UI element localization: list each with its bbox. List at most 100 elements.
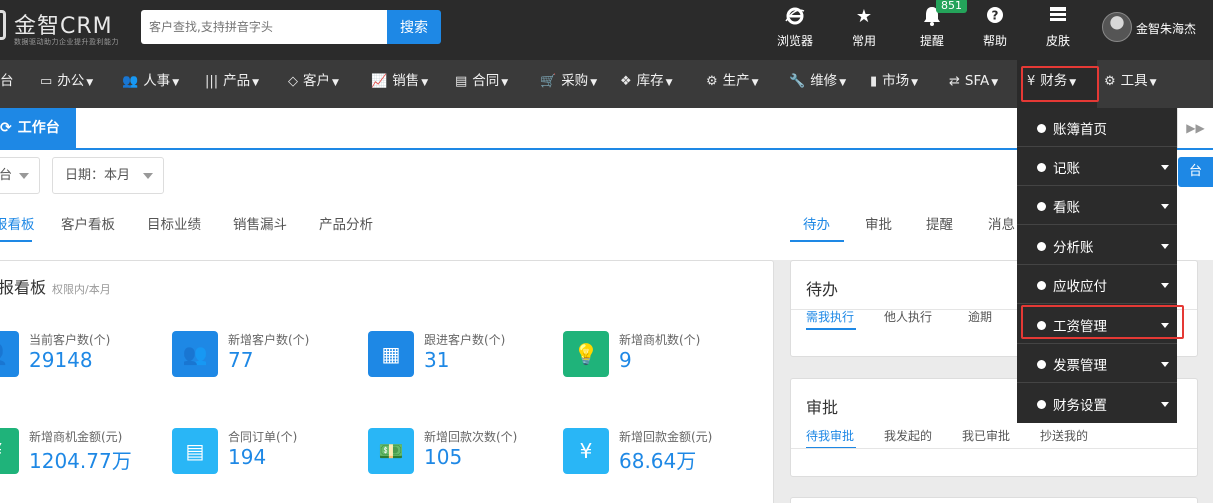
stat-value: 105	[424, 445, 463, 469]
nav-item-sfa[interactable]: ⇄ SFA ▼	[949, 60, 998, 108]
todo-tab-others[interactable]: 他人执行	[884, 308, 932, 325]
menu-item-invoice-management[interactable]: 发票管理	[1017, 344, 1177, 383]
stat-label: 新增商机金额(元)	[29, 430, 123, 444]
laptop-icon: ▭	[40, 74, 53, 89]
help-icon: ?	[965, 6, 1025, 28]
tab-reminder[interactable]: 提醒	[926, 213, 953, 233]
nav-item-purchase[interactable]: 🛒 采购 ▼	[540, 60, 597, 108]
users-icon: 👥	[172, 331, 218, 377]
help-label: 帮助	[982, 34, 1007, 48]
user-menu[interactable]: 金智朱海杰	[1102, 12, 1213, 44]
tab-message[interactable]: 消息	[988, 213, 1015, 233]
cart-icon: 🛒	[540, 74, 557, 89]
todo-tab-overdue[interactable]: 逾期	[968, 308, 992, 325]
todo-title: 待办	[806, 280, 839, 299]
nav-item-repair[interactable]: 🔧 维修 ▼	[789, 60, 846, 108]
todo-tab-mine[interactable]: 需我执行	[806, 308, 854, 325]
approval-tab-approved[interactable]: 我已审批	[962, 427, 1010, 444]
approval-tab-initiated[interactable]: 我发起的	[884, 427, 932, 444]
stat-label: 合同订单(个)	[228, 430, 298, 444]
stat-value: 194	[228, 445, 267, 469]
menu-item-finance-settings[interactable]: 财务设置	[1017, 384, 1177, 423]
tab-approval[interactable]: 审批	[865, 213, 892, 233]
skin-button[interactable]: 皮肤	[1028, 6, 1088, 52]
star-icon: ★	[855, 6, 873, 27]
nav-item-production[interactable]: ⚙ 生产 ▼	[706, 60, 759, 108]
browser-label: 浏览器	[776, 34, 813, 48]
stat-new-opportunities[interactable]: 💡 新增商机数(个) 9	[563, 331, 753, 379]
menu-item-ledger-home[interactable]: 账簿首页	[1017, 108, 1177, 147]
logo[interactable]: 金智CRM 数据驱动助力企业提升盈利能力	[0, 6, 125, 50]
caret-down-icon: ▼	[751, 78, 759, 88]
approval-tab-cc[interactable]: 抄送我的	[1040, 427, 1088, 444]
nav-item-inventory[interactable]: ❖ 库存 ▼	[620, 60, 673, 108]
skin-icon	[1028, 6, 1088, 28]
user-icon: 👤	[0, 331, 19, 377]
bullet-icon	[1037, 400, 1046, 409]
nav-label: 人事	[143, 73, 171, 89]
date-label: 日期：本月	[65, 168, 131, 183]
nav-item-product[interactable]: ||| 产品 ▼	[205, 60, 259, 108]
subtab-customer-board[interactable]: 客户看板	[61, 213, 115, 233]
stat-contract-orders[interactable]: ▤ 合同订单(个) 194	[172, 428, 362, 476]
menu-item-analysis-accounts[interactable]: 分析账	[1017, 226, 1177, 265]
retweet-icon: ⇄	[949, 74, 960, 89]
board-subtitle: 权限内/本月	[52, 283, 111, 296]
tab-scroll-right-icon[interactable]: ▶▶	[1177, 108, 1213, 148]
nav-item-market[interactable]: ▮ 市场 ▼	[870, 60, 918, 108]
bullet-icon	[1037, 124, 1046, 133]
stat-label: 新增商机数(个)	[619, 333, 701, 347]
browser-button[interactable]: 浏览器	[765, 6, 825, 52]
reminder-button[interactable]: 851 提醒	[902, 0, 967, 52]
nav-item-workbench[interactable]: 台	[0, 60, 14, 108]
stat-payment-amount[interactable]: ¥ 新增回款金额(元) 68.64万	[563, 428, 753, 476]
caret-down-icon: ▼	[86, 78, 94, 88]
bullet-icon	[1037, 163, 1046, 172]
nav-item-customer[interactable]: ◇ 客户 ▼	[288, 60, 339, 108]
subtab-product-analysis[interactable]: 产品分析	[319, 213, 373, 233]
subtab-sales-funnel[interactable]: 销售漏斗	[233, 213, 287, 233]
date-select[interactable]: 日期：本月	[52, 157, 164, 194]
subtab-target-performance[interactable]: 目标业绩	[147, 213, 201, 233]
scope-select[interactable]: 台	[0, 157, 40, 194]
search-button[interactable]: 搜索	[387, 10, 441, 44]
approval-tab-pending[interactable]: 待我审批	[806, 427, 854, 444]
user-name: 金智朱海杰	[1136, 22, 1197, 36]
nav-item-tools[interactable]: ⚙ 工具 ▼	[1104, 60, 1157, 108]
yen-icon: ¥	[0, 428, 19, 474]
stat-value: 1204.77万	[29, 449, 132, 473]
menu-item-label: 记账	[1053, 161, 1080, 177]
subtab-report-board[interactable]: 报看板	[0, 213, 35, 233]
menu-item-bookkeeping[interactable]: 记账	[1017, 147, 1177, 186]
reminder-badge: 851	[936, 0, 967, 13]
favorites-button[interactable]: ★ 常用	[834, 6, 894, 52]
workbench-action-button[interactable]: 台	[1178, 157, 1213, 187]
menu-item-label: 账簿首页	[1053, 122, 1107, 138]
caret-down-icon: ▼	[172, 78, 180, 88]
cogs-icon: ⚙	[706, 74, 718, 89]
bullet-icon	[1037, 242, 1046, 251]
nav-item-hr[interactable]: 👥 人事 ▼	[122, 60, 179, 108]
nav-label: 工具	[1120, 73, 1148, 89]
top-bar: 金智CRM 数据驱动助力企业提升盈利能力 搜索 浏览器 ★ 常用 851 提醒 …	[0, 0, 1213, 60]
logo-subtitle: 数据驱动助力企业提升盈利能力	[14, 38, 119, 46]
caret-down-icon	[1161, 362, 1169, 367]
stat-payment-count[interactable]: 💵 新增回款次数(个) 105	[368, 428, 558, 476]
stat-opportunity-amount[interactable]: ¥ 新增商机金额(元) 1204.77万	[0, 428, 163, 476]
help-button[interactable]: ? 帮助	[965, 6, 1025, 52]
logo-mark	[0, 10, 6, 40]
tab-todo[interactable]: 待办	[803, 213, 830, 233]
nav-item-sales[interactable]: 📈 销售 ▼	[371, 60, 428, 108]
tab-label: 工作台	[17, 120, 60, 136]
tab-workbench[interactable]: ⟳ 工作台	[0, 108, 76, 148]
avatar	[1102, 12, 1132, 42]
stat-followup-customers[interactable]: ▦ 跟进客户数(个) 31	[368, 331, 558, 379]
stat-current-customers[interactable]: 👤 当前客户数(个) 29148	[0, 331, 163, 379]
nav-item-contract[interactable]: ▤ 合同 ▼	[455, 60, 508, 108]
nav-item-office[interactable]: ▭ 办公 ▼	[40, 60, 93, 108]
chart-icon: 📈	[371, 74, 388, 89]
customer-search-input[interactable]	[141, 10, 387, 44]
menu-item-view-accounts[interactable]: 看账	[1017, 186, 1177, 225]
menu-item-receivables-payables[interactable]: 应收应付	[1017, 265, 1177, 304]
stat-new-customers[interactable]: 👥 新增客户数(个) 77	[172, 331, 362, 379]
